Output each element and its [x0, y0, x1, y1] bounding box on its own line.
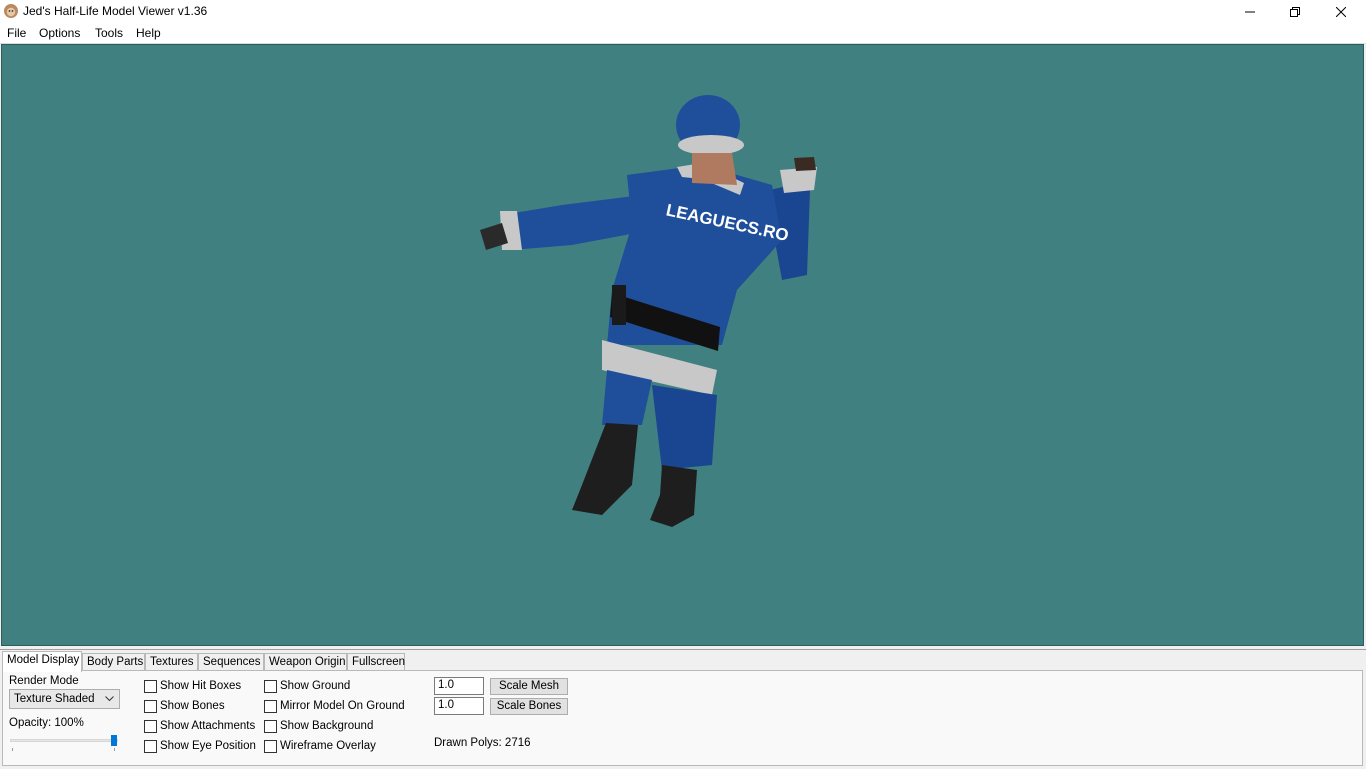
show-hit-boxes-label: Show Hit Boxes	[160, 680, 242, 692]
wireframe-overlay-checkbox[interactable]	[264, 740, 277, 753]
tab-weapon-origin[interactable]: Weapon Origin	[264, 653, 347, 670]
close-button[interactable]	[1318, 0, 1364, 23]
tab-fullscreen[interactable]: Fullscreen	[347, 653, 405, 670]
tab-sequences[interactable]: Sequences	[198, 653, 264, 670]
title-bar: Jed's Half-Life Model Viewer v1.36	[0, 0, 1366, 23]
restore-button[interactable]	[1272, 0, 1318, 23]
model-viewport[interactable]: LEAGUECS.RO	[1, 44, 1364, 646]
menu-bar: File Options Tools Help	[0, 23, 1366, 44]
show-attachments-label: Show Attachments	[160, 720, 256, 732]
opacity-slider-track[interactable]	[10, 739, 118, 742]
menu-tools[interactable]: Tools	[95, 26, 123, 40]
tab-body-parts[interactable]: Body Parts	[82, 653, 145, 670]
show-background-checkbox[interactable]	[264, 720, 277, 733]
show-ground-checkbox[interactable]	[264, 680, 277, 693]
show-hit-boxes-checkbox[interactable]	[144, 680, 157, 693]
show-bones-label: Show Bones	[160, 700, 225, 712]
minimize-button[interactable]	[1227, 0, 1273, 23]
minimize-icon	[1245, 11, 1255, 12]
close-icon	[1336, 6, 1346, 17]
tab-textures[interactable]: Textures	[145, 653, 198, 670]
show-attachments-checkbox[interactable]	[144, 720, 157, 733]
show-background-label: Show Background	[280, 720, 374, 732]
render-mode-value: Texture Shaded	[14, 693, 95, 705]
tab-model-display[interactable]: Model Display	[2, 651, 82, 672]
wireframe-overlay-label: Wireframe Overlay	[280, 740, 376, 752]
opacity-slider-thumb[interactable]	[111, 735, 117, 746]
show-eye-position-label: Show Eye Position	[160, 740, 256, 752]
mirror-model-label: Mirror Model On Ground	[280, 700, 405, 712]
menu-file[interactable]: File	[7, 26, 26, 40]
scale-bones-button[interactable]: Scale Bones	[490, 698, 568, 715]
opacity-label: Opacity: 100%	[9, 717, 84, 729]
window-title: Jed's Half-Life Model Viewer v1.36	[23, 4, 208, 18]
scale-mesh-button[interactable]: Scale Mesh	[490, 678, 568, 695]
show-ground-label: Show Ground	[280, 680, 351, 692]
render-mode-label: Render Mode	[9, 675, 79, 687]
restore-icon	[1290, 6, 1300, 17]
slider-tick	[12, 748, 13, 751]
app-icon	[3, 3, 19, 19]
menu-help[interactable]: Help	[136, 26, 161, 40]
render-mode-select[interactable]: Texture Shaded	[9, 689, 120, 709]
model-render: LEAGUECS.RO	[480, 95, 817, 527]
scale-mesh-input[interactable]: 1.0	[434, 677, 484, 695]
scale-bones-input[interactable]: 1.0	[434, 697, 484, 715]
show-bones-checkbox[interactable]	[144, 700, 157, 713]
slider-tick	[114, 748, 115, 751]
drawn-polys-readout: Drawn Polys: 2716	[434, 737, 531, 749]
menu-options[interactable]: Options	[39, 26, 80, 40]
chevron-down-icon	[105, 696, 114, 702]
mirror-model-checkbox[interactable]	[264, 700, 277, 713]
show-eye-position-checkbox[interactable]	[144, 740, 157, 753]
